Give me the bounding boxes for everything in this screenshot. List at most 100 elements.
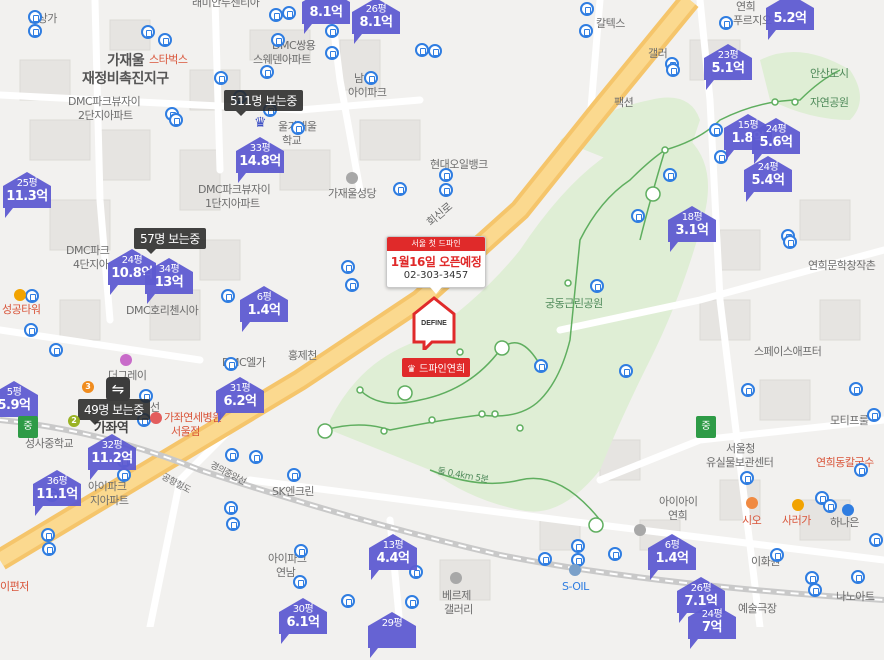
viewer-badge-3[interactable]: 49명 보는중 — [78, 399, 150, 425]
bus-stop-icon[interactable] — [249, 450, 263, 464]
hospital-icon[interactable] — [150, 412, 162, 424]
price-pin[interactable]: 33평 14.8억 — [236, 137, 284, 183]
bus-stop-icon[interactable] — [740, 471, 754, 485]
restaurant-icon[interactable] — [746, 497, 758, 509]
bus-stop-icon[interactable] — [214, 71, 228, 85]
gas-station-icon[interactable] — [569, 564, 581, 576]
bus-stop-icon[interactable] — [158, 33, 172, 47]
bus-stop-icon[interactable] — [393, 182, 407, 196]
bus-stop-icon[interactable] — [49, 343, 63, 357]
promo-callout[interactable]: 서울 첫 드파인 1월16일 오픈예정 02-303-3457 — [386, 236, 486, 294]
bus-stop-icon[interactable] — [291, 121, 305, 135]
price-pin[interactable]: 5.2억 — [766, 0, 814, 40]
bus-stop-icon[interactable] — [439, 168, 453, 182]
price-pin[interactable]: 31평 6.2억 — [216, 377, 264, 423]
flag-icon[interactable]: 중 — [696, 416, 716, 438]
price-pin[interactable]: 23평 5.1억 — [704, 44, 752, 90]
viewer-badge-1[interactable]: 511명 보는중 — [224, 90, 303, 116]
bus-stop-icon[interactable] — [808, 583, 822, 597]
bus-stop-icon[interactable] — [590, 279, 604, 293]
bus-stop-icon[interactable] — [428, 44, 442, 58]
price-pin[interactable]: 18평 3.1억 — [668, 206, 716, 252]
bus-stop-icon[interactable] — [709, 123, 723, 137]
bus-stop-icon[interactable] — [405, 595, 419, 609]
price-pin[interactable]: 25평 11.3억 — [3, 172, 51, 218]
gallery-icon[interactable] — [450, 572, 462, 584]
landmark-icon[interactable] — [634, 524, 646, 536]
bus-stop-icon[interactable] — [28, 10, 42, 24]
bus-stop-icon[interactable] — [666, 63, 680, 77]
bus-stop-icon[interactable] — [415, 43, 429, 57]
price-pin[interactable]: 6평 1.4억 — [240, 286, 288, 332]
bus-stop-icon[interactable] — [287, 468, 301, 482]
bus-stop-icon[interactable] — [141, 25, 155, 39]
brand-pin-icon[interactable]: DEFINE — [410, 296, 458, 350]
bus-stop-icon[interactable] — [823, 499, 837, 513]
bus-stop-icon[interactable] — [663, 168, 677, 182]
bus-stop-icon[interactable] — [28, 24, 42, 38]
bus-stop-icon[interactable] — [293, 575, 307, 589]
bus-stop-icon[interactable] — [719, 16, 733, 30]
bus-stop-icon[interactable] — [854, 463, 868, 477]
bus-stop-icon[interactable] — [282, 6, 296, 20]
viewer-badge-2[interactable]: 57명 보는중 — [134, 228, 206, 254]
price-pin[interactable]: 34평 13억 — [145, 258, 193, 304]
label-complex2: 2단지아파트 — [78, 109, 133, 122]
bus-stop-icon[interactable] — [271, 33, 285, 47]
price-pin[interactable]: 13평 4.4억 — [369, 534, 417, 580]
bus-stop-icon[interactable] — [224, 357, 238, 371]
bus-stop-icon[interactable] — [341, 594, 355, 608]
bus-stop-icon[interactable] — [619, 364, 633, 378]
flag-icon[interactable]: 중 — [18, 416, 38, 438]
bus-stop-icon[interactable] — [224, 501, 238, 515]
bus-stop-icon[interactable] — [42, 542, 56, 556]
price-pin[interactable]: 24평 5.6억 — [752, 118, 800, 164]
bus-stop-icon[interactable] — [579, 24, 593, 38]
brand-badge[interactable]: ♛ 드파인연희 — [402, 358, 471, 377]
bank-icon[interactable] — [842, 504, 854, 516]
price-pin[interactable]: 24평 5.4억 — [744, 156, 792, 202]
bus-stop-icon[interactable] — [169, 113, 183, 127]
bus-stop-icon[interactable] — [571, 539, 585, 553]
bus-stop-icon[interactable] — [364, 71, 378, 85]
cafe-icon[interactable] — [14, 289, 26, 301]
bus-stop-icon[interactable] — [225, 448, 239, 462]
price-pin[interactable]: 6평 1.4억 — [648, 534, 696, 580]
bus-stop-icon[interactable] — [608, 547, 622, 561]
price-pin[interactable]: 30평 6.1억 — [279, 598, 327, 644]
price-pin[interactable]: 29평 — [368, 612, 416, 658]
bus-stop-icon[interactable] — [631, 209, 645, 223]
price-pin[interactable]: 24평 7억 — [688, 603, 736, 649]
price-pin[interactable]: 8.1억 — [302, 0, 350, 34]
price-pin[interactable]: 26평 8.1억 — [352, 0, 400, 44]
bus-stop-icon[interactable] — [538, 552, 552, 566]
bus-stop-icon[interactable] — [741, 383, 755, 397]
bus-stop-icon[interactable] — [269, 8, 283, 22]
bus-stop-icon[interactable] — [439, 183, 453, 197]
bus-stop-icon[interactable] — [849, 382, 863, 396]
bus-stop-icon[interactable] — [25, 289, 39, 303]
bus-stop-icon[interactable] — [783, 235, 797, 249]
bus-stop-icon[interactable] — [345, 278, 359, 292]
bus-stop-icon[interactable] — [260, 65, 274, 79]
bus-stop-icon[interactable] — [294, 544, 308, 558]
bus-stop-icon[interactable] — [851, 570, 865, 584]
bus-stop-icon[interactable] — [770, 548, 784, 562]
bus-stop-icon[interactable] — [534, 359, 548, 373]
bus-stop-icon[interactable] — [341, 260, 355, 274]
subway-station-icon[interactable]: ⇋ — [106, 377, 130, 401]
price-pin[interactable]: 5평 5.9억 — [0, 381, 38, 421]
bus-stop-icon[interactable] — [867, 408, 881, 422]
bus-stop-icon[interactable] — [24, 323, 38, 337]
bus-stop-icon[interactable] — [580, 2, 594, 16]
price-pin[interactable]: 36평 11.1억 — [33, 470, 81, 516]
restaurant-icon[interactable] — [792, 499, 804, 511]
bus-stop-icon[interactable] — [41, 528, 55, 542]
shop-icon[interactable] — [120, 354, 132, 366]
price-pin[interactable]: 32평 11.2억 — [88, 434, 136, 480]
bus-stop-icon[interactable] — [221, 289, 235, 303]
church-icon[interactable] — [346, 172, 358, 184]
bus-stop-icon[interactable] — [325, 46, 339, 60]
bus-stop-icon[interactable] — [869, 533, 883, 547]
bus-stop-icon[interactable] — [226, 517, 240, 531]
